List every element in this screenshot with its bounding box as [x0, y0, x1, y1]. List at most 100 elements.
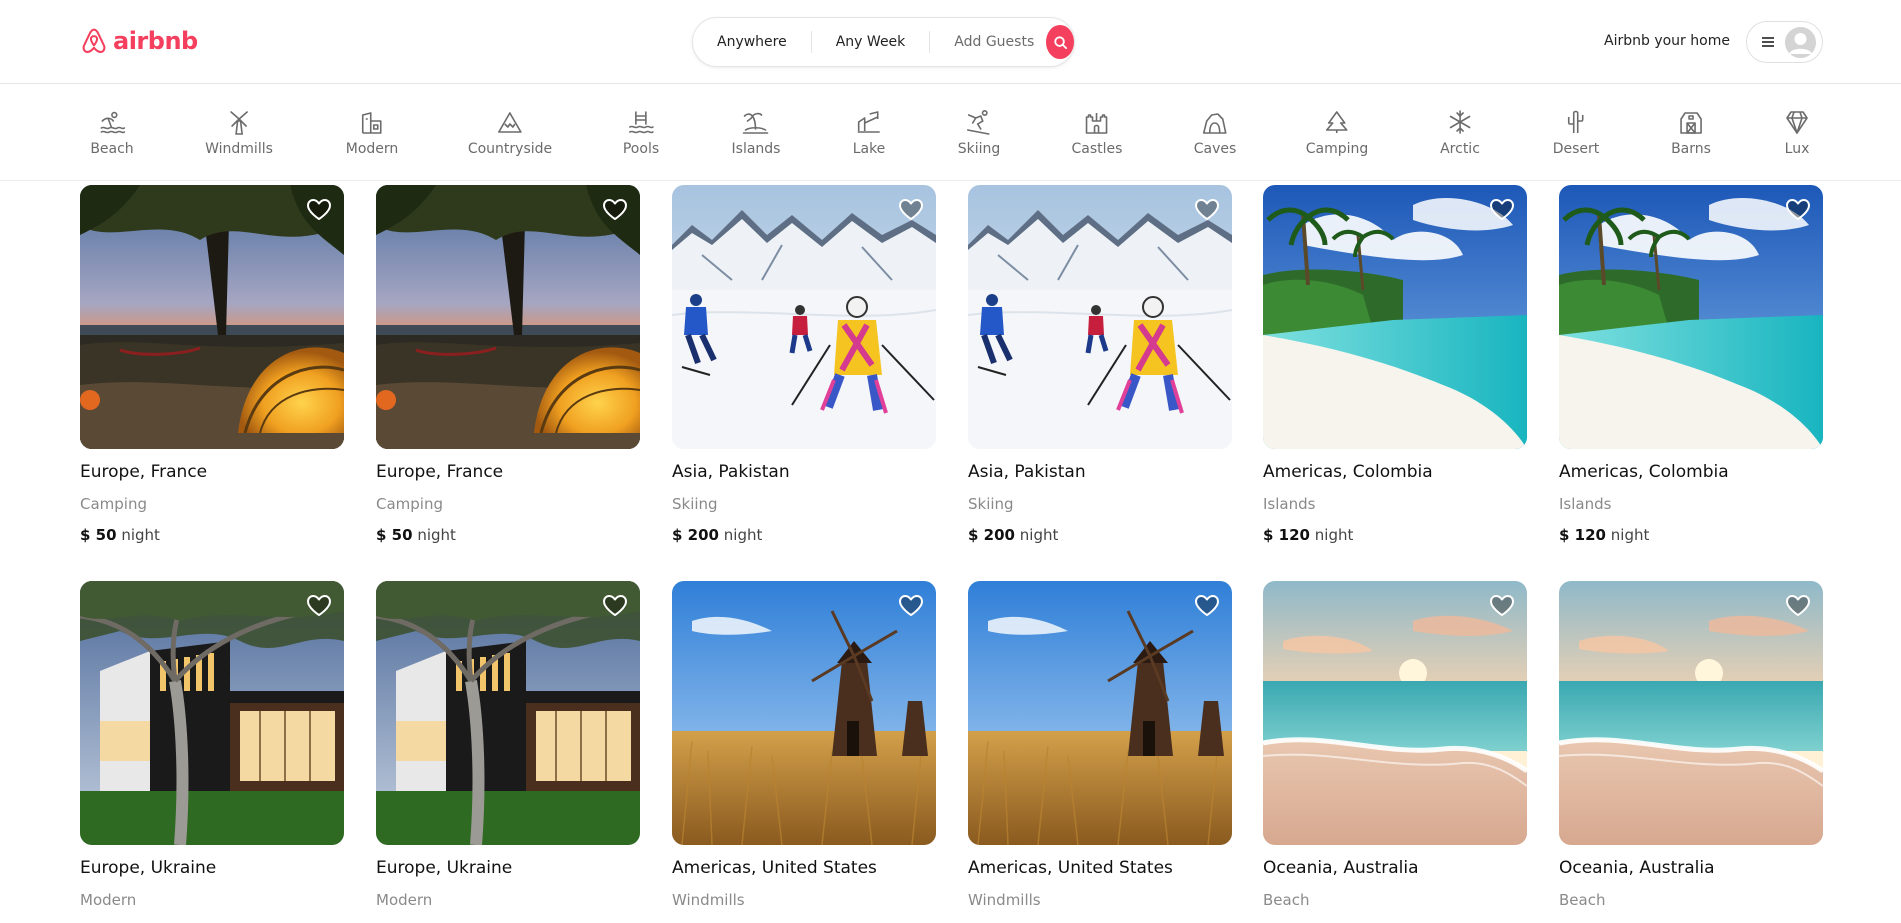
- listing-category: Windmills: [672, 891, 745, 909]
- category-windmills[interactable]: Windmills: [205, 85, 273, 181]
- price-unit: night: [1019, 526, 1059, 544]
- listing-card[interactable]: Americas, United States Windmills: [672, 581, 936, 910]
- category-lake[interactable]: Lake: [853, 85, 885, 181]
- listing-card[interactable]: Americas, Colombia Islands $ 120 night: [1263, 185, 1527, 545]
- category-arctic[interactable]: Arctic: [1440, 85, 1480, 181]
- category-modern[interactable]: Modern: [346, 85, 398, 181]
- listing-category: Skiing: [968, 495, 1014, 513]
- search-bar[interactable]: Anywhere Any Week Add Guests: [692, 17, 1075, 67]
- heart-icon[interactable]: [1194, 197, 1220, 221]
- heart-icon[interactable]: [1785, 593, 1811, 617]
- heart-icon[interactable]: [1785, 197, 1811, 221]
- listing-card[interactable]: Asia, Pakistan Skiing $ 200 night: [672, 185, 936, 545]
- listing-location: Americas, United States: [672, 858, 877, 878]
- top-navbar: airbnb Anywhere Any Week Add Guests Airb…: [0, 0, 1901, 84]
- pool-icon: [629, 111, 654, 134]
- listing-card[interactable]: Europe, Ukraine Modern: [80, 581, 344, 910]
- skiing-icon: [967, 109, 990, 135]
- listing-card[interactable]: Americas, Colombia Islands $ 120 night: [1559, 185, 1823, 545]
- listing-location: Europe, Ukraine: [80, 858, 217, 878]
- listing-photo[interactable]: [80, 581, 344, 845]
- listing-photo[interactable]: [968, 185, 1232, 449]
- category-label: Countryside: [467, 141, 553, 157]
- listing-card[interactable]: Europe, France Camping $ 50 night: [80, 185, 344, 545]
- listing-photo[interactable]: [672, 581, 936, 845]
- barn-icon: [1680, 112, 1702, 134]
- listing-category: Islands: [1263, 495, 1316, 513]
- heart-icon[interactable]: [306, 593, 332, 617]
- listing-price: $ 50 night: [376, 525, 640, 545]
- listing-photo[interactable]: [1559, 581, 1823, 845]
- listing-photo[interactable]: [376, 581, 640, 845]
- listing-photo[interactable]: [672, 185, 936, 449]
- listing-photo[interactable]: [1559, 185, 1823, 449]
- category-label: Castles: [1071, 141, 1123, 157]
- listing-price: $ 200 night: [672, 525, 936, 545]
- heart-icon[interactable]: [1194, 593, 1220, 617]
- user-menu-button[interactable]: [1746, 21, 1823, 63]
- heart-icon[interactable]: [1489, 593, 1515, 617]
- listing-photo[interactable]: [968, 581, 1232, 845]
- search-icon: [1053, 35, 1067, 49]
- listing-card[interactable]: Oceania, Australia Beach: [1559, 581, 1823, 910]
- heart-icon[interactable]: [1489, 197, 1515, 221]
- listing-location: Oceania, Australia: [1263, 858, 1419, 878]
- category-desert[interactable]: Desert: [1553, 85, 1599, 181]
- brand-name: airbnb: [113, 27, 198, 55]
- heart-icon[interactable]: [602, 593, 628, 617]
- listing-location: Americas, Colombia: [1559, 462, 1729, 482]
- search-week[interactable]: Any Week: [812, 31, 931, 53]
- listing-location: Americas, United States: [968, 858, 1173, 878]
- listing-card[interactable]: Americas, United States Windmills: [968, 581, 1232, 910]
- heart-icon[interactable]: [602, 197, 628, 221]
- category-skiing[interactable]: Skiing: [957, 85, 1001, 181]
- category-caves[interactable]: Caves: [1193, 85, 1237, 181]
- listing-photo[interactable]: [80, 185, 344, 449]
- category-barns[interactable]: Barns: [1671, 85, 1711, 181]
- category-castles[interactable]: Castles: [1071, 85, 1123, 181]
- category-beach[interactable]: Beach: [90, 85, 134, 181]
- airbnb-logo[interactable]: airbnb: [80, 26, 198, 56]
- category-lux[interactable]: Lux: [1784, 85, 1810, 181]
- search-location[interactable]: Anywhere: [693, 31, 812, 53]
- listing-price: $ 50 night: [80, 525, 344, 545]
- search-guests[interactable]: Add Guests: [930, 31, 1046, 53]
- modern-icon: [362, 112, 382, 134]
- listing-category: Windmills: [968, 891, 1041, 909]
- cactus-icon: [1568, 110, 1584, 133]
- category-islands[interactable]: Islands: [732, 85, 780, 181]
- listing-photo[interactable]: [1263, 581, 1527, 845]
- category-label: Caves: [1193, 141, 1237, 157]
- category-pools[interactable]: Pools: [623, 85, 659, 181]
- category-label: Skiing: [957, 141, 1001, 157]
- heart-icon[interactable]: [898, 593, 924, 617]
- listing-location: Asia, Pakistan: [968, 462, 1086, 482]
- heart-icon[interactable]: [898, 197, 924, 221]
- listing-category: Camping: [376, 495, 443, 513]
- airbnb-logo-icon: [82, 28, 106, 53]
- category-camping[interactable]: Camping: [1306, 85, 1368, 181]
- boat-icon: [857, 111, 880, 133]
- heart-icon[interactable]: [306, 197, 332, 221]
- listing-category: Modern: [80, 891, 137, 909]
- listing-category: Beach: [1263, 891, 1310, 909]
- listing-category: Beach: [1559, 891, 1606, 909]
- listing-card[interactable]: Europe, Ukraine Modern: [376, 581, 640, 910]
- price-unit: night: [417, 526, 456, 544]
- listing-photo[interactable]: [376, 185, 640, 449]
- listing-card[interactable]: Europe, France Camping $ 50 night: [376, 185, 640, 545]
- hamburger-icon: [1762, 37, 1774, 47]
- price-unit: night: [1314, 526, 1354, 544]
- category-countryside[interactable]: Countryside: [468, 85, 552, 181]
- listing-card[interactable]: Oceania, Australia Beach: [1263, 581, 1527, 910]
- listing-card[interactable]: Asia, Pakistan Skiing $ 200 night: [968, 185, 1232, 545]
- airbnb-your-home-link[interactable]: Airbnb your home: [1604, 33, 1730, 49]
- cave-icon: [1203, 113, 1227, 134]
- listing-photo[interactable]: [1263, 185, 1527, 449]
- category-label: Beach: [90, 141, 134, 157]
- search-button[interactable]: [1046, 25, 1074, 59]
- diamond-icon: [1786, 111, 1808, 134]
- category-label: Pools: [622, 141, 660, 157]
- listing-location: Oceania, Australia: [1559, 858, 1715, 878]
- castle-icon: [1086, 113, 1108, 134]
